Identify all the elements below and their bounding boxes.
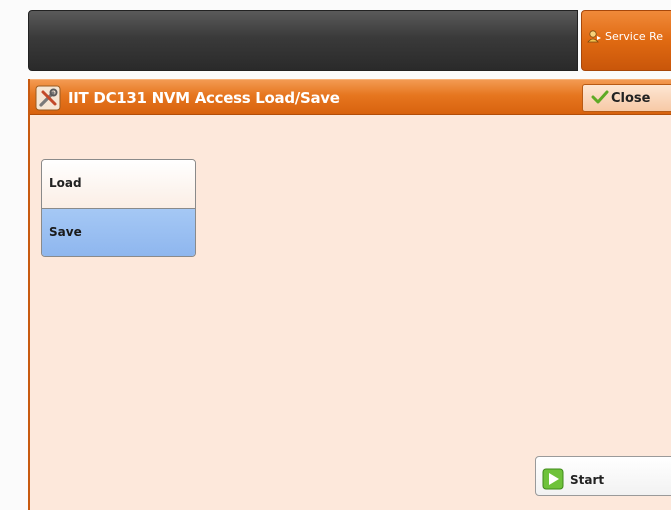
- close-button-label: Close: [611, 91, 651, 106]
- window-title: IIT DC131 NVM Access Load/Save: [68, 89, 340, 107]
- title-bar: IIT DC131 NVM Access Load/Save Close: [30, 79, 671, 115]
- tools-icon: [35, 85, 61, 111]
- list-item-save[interactable]: Save: [42, 209, 195, 256]
- checkmark-icon: [591, 90, 609, 104]
- load-save-list: Load Save: [41, 159, 196, 257]
- save-label: Save: [49, 225, 82, 239]
- start-button[interactable]: Start: [535, 456, 671, 496]
- load-label: Load: [49, 176, 82, 190]
- start-label: Start: [570, 473, 605, 487]
- list-item-load[interactable]: Load: [42, 160, 195, 209]
- message-area: [28, 10, 578, 71]
- service-rep-label: Service Re: [605, 30, 664, 43]
- start-play-icon: [542, 468, 564, 490]
- service-rep-icon: [587, 30, 602, 43]
- close-button[interactable]: Close: [582, 84, 671, 112]
- service-rep-tab[interactable]: Service Re: [581, 10, 671, 71]
- nvm-access-window: IIT DC131 NVM Access Load/Save Close Loa…: [28, 79, 671, 510]
